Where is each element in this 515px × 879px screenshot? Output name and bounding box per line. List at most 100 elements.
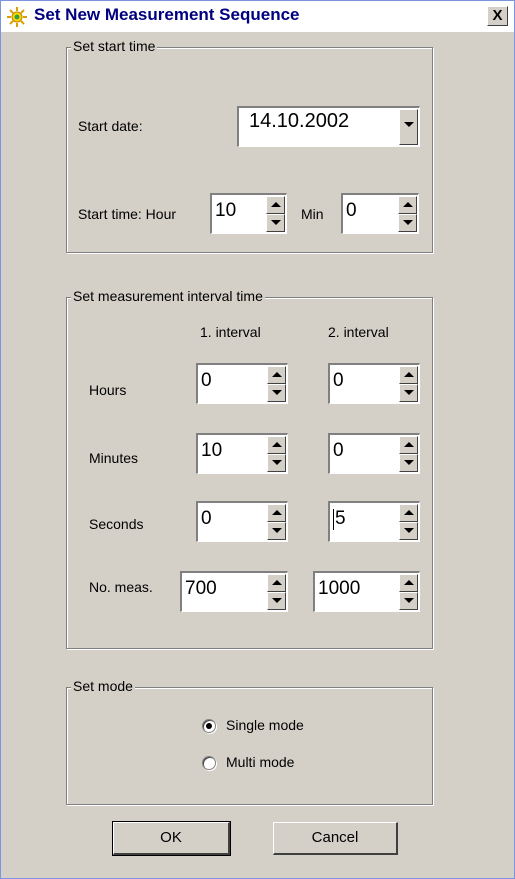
single-mode-option[interactable]: Single mode <box>202 716 362 738</box>
hours-interval2-down-button[interactable] <box>399 384 418 402</box>
seconds-interval1-up-button[interactable] <box>267 504 286 522</box>
arrow-down-icon <box>272 528 282 533</box>
hours-interval2-arrows <box>399 366 418 402</box>
min-up-button[interactable] <box>398 196 417 214</box>
hour-down-button[interactable] <box>266 214 285 232</box>
minutes-interval2-arrows <box>399 436 418 472</box>
arrow-up-icon <box>404 372 414 377</box>
start-date-label: Start date: <box>78 118 143 134</box>
no-meas-interval1-arrows <box>267 574 286 610</box>
title-bar[interactable]: Set New Measurement Sequence X <box>1 1 514 32</box>
start-date-combo[interactable]: 14.10.2002 <box>237 106 420 147</box>
no-meas-interval2-up-button[interactable] <box>399 574 418 592</box>
seconds-interval2-down-button[interactable] <box>399 522 418 540</box>
arrow-up-icon <box>272 372 282 377</box>
interval-legend: Set measurement interval time <box>71 288 265 304</box>
multi-mode-radio[interactable] <box>202 756 216 770</box>
hours-interval2-up-button[interactable] <box>399 366 418 384</box>
radio-selected-dot <box>206 723 212 729</box>
cancel-button[interactable]: Cancel <box>273 822 398 855</box>
minutes-interval1-down-button[interactable] <box>267 454 286 472</box>
arrow-down-icon <box>404 390 414 395</box>
mode-legend: Set mode <box>71 678 135 694</box>
hour-up-button[interactable] <box>266 196 285 214</box>
no-meas-interval2-arrows <box>399 574 418 610</box>
minutes-interval1-spinner[interactable]: 10 <box>196 433 288 474</box>
arrow-down-icon <box>404 460 414 465</box>
no-meas-interval1-down-button[interactable] <box>267 592 286 610</box>
arrow-up-icon <box>272 580 282 585</box>
arrow-up-icon <box>404 580 414 585</box>
start-date-dropdown-button[interactable] <box>399 109 418 145</box>
arrow-down-icon <box>404 528 414 533</box>
mode-group: Set mode <box>66 678 433 805</box>
single-mode-radio[interactable] <box>202 719 216 733</box>
minutes-interval2-spinner[interactable]: 0 <box>328 433 420 474</box>
sun-icon <box>7 7 27 27</box>
arrow-down-icon <box>271 220 281 225</box>
seconds-interval1-value: 0 <box>201 508 212 529</box>
close-icon: X <box>492 7 503 24</box>
min-down-button[interactable] <box>398 214 417 232</box>
seconds-label: Seconds <box>89 516 144 532</box>
minutes-interval2-up-button[interactable] <box>399 436 418 454</box>
hours-label: Hours <box>89 382 127 398</box>
arrow-up-icon <box>272 510 282 515</box>
hour-spinner[interactable]: 10 <box>210 193 287 234</box>
window-title: Set New Measurement Sequence <box>34 5 300 24</box>
multi-mode-label: Multi mode <box>226 754 295 770</box>
no-meas-interval2-spinner[interactable]: 1000 <box>313 571 420 612</box>
hours-interval2-value: 0 <box>333 370 344 391</box>
minutes-interval1-value: 10 <box>201 440 223 461</box>
minutes-interval2-down-button[interactable] <box>399 454 418 472</box>
start-date-value: 14.10.2002 <box>249 110 350 132</box>
minutes-interval1-up-button[interactable] <box>267 436 286 454</box>
arrow-down-icon <box>403 220 413 225</box>
min-value: 0 <box>346 200 357 221</box>
arrow-up-icon <box>404 442 414 447</box>
no-meas-interval1-up-button[interactable] <box>267 574 286 592</box>
minutes-interval2-value: 0 <box>333 440 344 461</box>
arrow-up-icon <box>272 442 282 447</box>
dialog-window: Set New Measurement Sequence X Set start… <box>0 0 515 879</box>
seconds-interval2-up-button[interactable] <box>399 504 418 522</box>
start-time-legend: Set start time <box>71 38 158 54</box>
start-time-label: Start time: Hour <box>78 206 177 222</box>
single-mode-label: Single mode <box>226 717 304 733</box>
min-spinner[interactable]: 0 <box>341 193 419 234</box>
no-meas-interval2-value: 1000 <box>318 578 361 599</box>
hours-interval1-spinner[interactable]: 0 <box>196 363 288 404</box>
min-label: Min <box>301 206 324 222</box>
col2-header: 2. interval <box>328 324 389 340</box>
hours-interval1-arrows <box>267 366 286 402</box>
seconds-interval1-down-button[interactable] <box>267 522 286 540</box>
arrow-down-icon <box>272 460 282 465</box>
seconds-interval1-spinner[interactable]: 0 <box>196 501 288 542</box>
seconds-interval2-arrows <box>399 504 418 540</box>
no-meas-interval1-spinner[interactable]: 700 <box>180 571 288 612</box>
hours-interval1-down-button[interactable] <box>267 384 286 402</box>
min-spin-arrows <box>398 196 417 232</box>
close-button[interactable]: X <box>487 6 508 26</box>
minutes-interval1-arrows <box>267 436 286 472</box>
ok-button[interactable]: OK <box>112 821 231 856</box>
hours-interval2-spinner[interactable]: 0 <box>328 363 420 404</box>
no-meas-label: No. meas. <box>89 579 153 595</box>
hours-interval1-up-button[interactable] <box>267 366 286 384</box>
hour-spin-arrows <box>266 196 285 232</box>
text-cursor <box>333 509 334 530</box>
multi-mode-option[interactable]: Multi mode <box>202 753 362 775</box>
seconds-interval2-value: 5 <box>335 508 346 529</box>
no-meas-interval2-down-button[interactable] <box>399 592 418 610</box>
seconds-interval2-spinner[interactable]: 5 <box>328 501 420 542</box>
arrow-down-icon <box>404 598 414 603</box>
hours-interval1-value: 0 <box>201 370 212 391</box>
hour-value: 10 <box>215 200 237 221</box>
seconds-interval1-arrows <box>267 504 286 540</box>
arrow-up-icon <box>404 510 414 515</box>
minutes-label: Minutes <box>89 450 139 466</box>
arrow-down-icon <box>272 390 282 395</box>
col1-header: 1. interval <box>200 324 261 340</box>
arrow-up-icon <box>403 202 413 207</box>
chevron-down-icon <box>404 122 414 127</box>
